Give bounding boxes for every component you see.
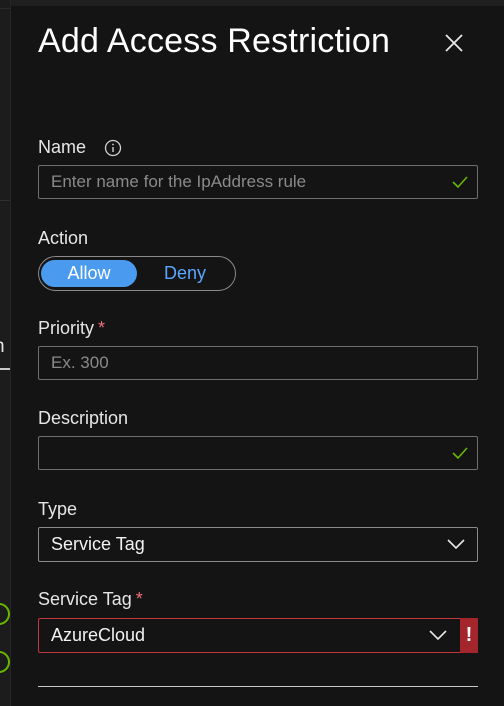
required-indicator: * <box>135 589 143 609</box>
background-divider <box>0 200 10 201</box>
priority-input[interactable] <box>51 353 441 373</box>
type-dropdown[interactable]: Service Tag <box>38 527 478 562</box>
background-text: n <box>0 336 10 358</box>
action-deny-option[interactable]: Deny <box>137 260 233 287</box>
description-field[interactable] <box>38 436 478 470</box>
type-selected-value: Service Tag <box>51 534 145 554</box>
action-toggle[interactable]: Allow Deny <box>38 256 236 291</box>
close-button[interactable] <box>441 30 467 56</box>
background-tab-underline <box>0 368 10 370</box>
info-icon[interactable] <box>104 139 122 157</box>
status-ok-icon <box>0 603 10 625</box>
action-label: Action <box>38 228 89 248</box>
checkmark-icon <box>452 176 468 189</box>
name-input[interactable] <box>51 172 441 192</box>
chevron-down-icon <box>429 630 447 641</box>
checkmark-icon <box>452 447 468 460</box>
priority-field[interactable] <box>38 346 478 380</box>
action-allow-option[interactable]: Allow <box>41 260 137 287</box>
status-ok-icon <box>0 651 10 673</box>
background-divider <box>0 8 10 9</box>
page: n Add Access Restriction Name <box>0 0 504 706</box>
type-label: Type <box>38 499 78 519</box>
description-input[interactable] <box>51 443 441 463</box>
service-tag-selected-value: AzureCloud <box>51 625 146 645</box>
name-label-text: Name <box>38 137 87 157</box>
section-divider <box>38 686 478 687</box>
name-field[interactable] <box>38 165 478 199</box>
name-label: Name <box>38 137 86 158</box>
required-indicator: * <box>98 318 106 338</box>
panel-top-bar <box>11 0 504 6</box>
priority-label: Priority * <box>38 318 105 339</box>
chevron-down-icon <box>447 539 465 550</box>
add-access-restriction-panel: Add Access Restriction Name Action <box>11 0 504 706</box>
panel-title: Add Access Restriction <box>38 22 391 60</box>
error-badge-icon: ! <box>460 618 478 653</box>
priority-label-text: Priority <box>38 318 95 338</box>
description-label: Description <box>38 408 129 428</box>
service-tag-dropdown[interactable]: AzureCloud <box>38 618 478 653</box>
service-tag-label-text: Service Tag <box>38 589 132 609</box>
close-icon <box>445 34 463 52</box>
service-tag-label: Service Tag * <box>38 589 143 610</box>
background-page: n <box>0 0 10 706</box>
